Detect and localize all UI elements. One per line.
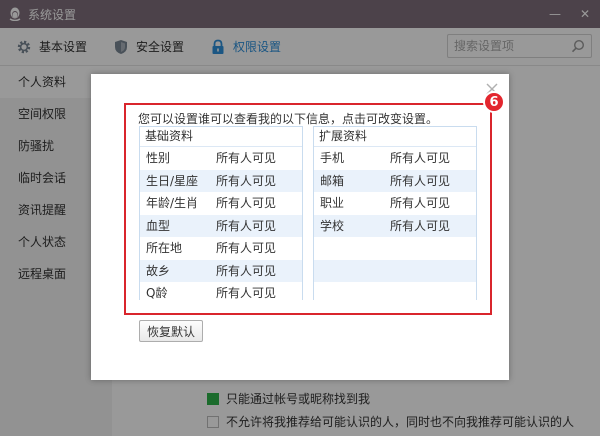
row-visibility[interactable]: 所有人可见	[216, 282, 302, 305]
row-key	[314, 260, 390, 283]
row-visibility	[390, 237, 476, 260]
row-visibility[interactable]: 所有人可见	[390, 215, 476, 238]
empty-row	[314, 259, 476, 283]
row-visibility[interactable]: 所有人可见	[216, 215, 302, 238]
privacy-row-blood-type[interactable]: 血型 所有人可见	[140, 214, 302, 238]
row-key: 年龄/生肖	[146, 196, 199, 210]
basic-info-panel: 基础资料 性别 所有人可见 生日/星座 所有人可见 年龄/生肖 所有人可见 血型 所有人…	[139, 126, 303, 305]
row-key: 学校	[320, 218, 345, 233]
privacy-dialog: 6 您可以设置谁可以查看我的以下信息，点击可改变设置。 基础资料 性别 所有人可见…	[91, 74, 509, 380]
row-key	[314, 282, 390, 305]
row-visibility[interactable]: 所有人可见	[216, 192, 302, 215]
privacy-row-hometown[interactable]: 故乡 所有人可见	[140, 259, 302, 283]
row-visibility[interactable]: 所有人可见	[390, 147, 476, 170]
privacy-row-age[interactable]: 年龄/生肖 所有人可见	[140, 192, 302, 215]
row-visibility[interactable]: 所有人可见	[390, 170, 476, 193]
privacy-row-occupation[interactable]: 职业 所有人可见	[314, 192, 476, 215]
privacy-row-birthday[interactable]: 生日/星座 所有人可见	[140, 169, 302, 193]
empty-row	[314, 237, 476, 260]
row-key	[314, 237, 390, 260]
row-key: 性别	[146, 151, 171, 165]
privacy-row-location[interactable]: 所在地 所有人可见	[140, 237, 302, 260]
row-visibility	[390, 260, 476, 283]
row-visibility[interactable]: 所有人可见	[390, 192, 476, 215]
row-visibility[interactable]: 所有人可见	[216, 260, 302, 283]
basic-info-panel-title: 基础资料	[140, 127, 302, 147]
row-key: 职业	[320, 196, 345, 210]
privacy-row-school[interactable]: 学校 所有人可见	[314, 214, 476, 238]
privacy-row-phone[interactable]: 手机 所有人可见	[314, 147, 476, 170]
extended-info-panel: 扩展资料 手机 所有人可见 邮箱 所有人可见 职业 所有人可见 学校 所有人可见	[313, 126, 477, 305]
privacy-row-q-age[interactable]: Q龄 所有人可见	[140, 282, 302, 305]
row-key: 手机	[320, 151, 345, 165]
row-visibility[interactable]: 所有人可见	[216, 237, 302, 260]
extended-info-panel-title: 扩展资料	[314, 127, 476, 147]
row-key: 故乡	[146, 263, 171, 278]
row-key: 血型	[146, 218, 171, 233]
empty-row	[314, 282, 476, 305]
restore-defaults-button[interactable]: 恢复默认	[139, 320, 203, 342]
row-visibility[interactable]: 所有人可见	[216, 170, 302, 193]
row-key: Q龄	[146, 286, 168, 300]
privacy-row-email[interactable]: 邮箱 所有人可见	[314, 169, 476, 193]
dialog-intro-text: 您可以设置谁可以查看我的以下信息，点击可改变设置。	[138, 112, 439, 126]
row-key: 生日/星座	[146, 173, 199, 188]
privacy-row-gender[interactable]: 性别 所有人可见	[140, 147, 302, 170]
step-badge: 6	[483, 91, 505, 113]
row-visibility	[390, 282, 476, 305]
row-key: 所在地	[146, 241, 183, 255]
row-visibility[interactable]: 所有人可见	[216, 147, 302, 170]
row-key: 邮箱	[320, 173, 345, 188]
